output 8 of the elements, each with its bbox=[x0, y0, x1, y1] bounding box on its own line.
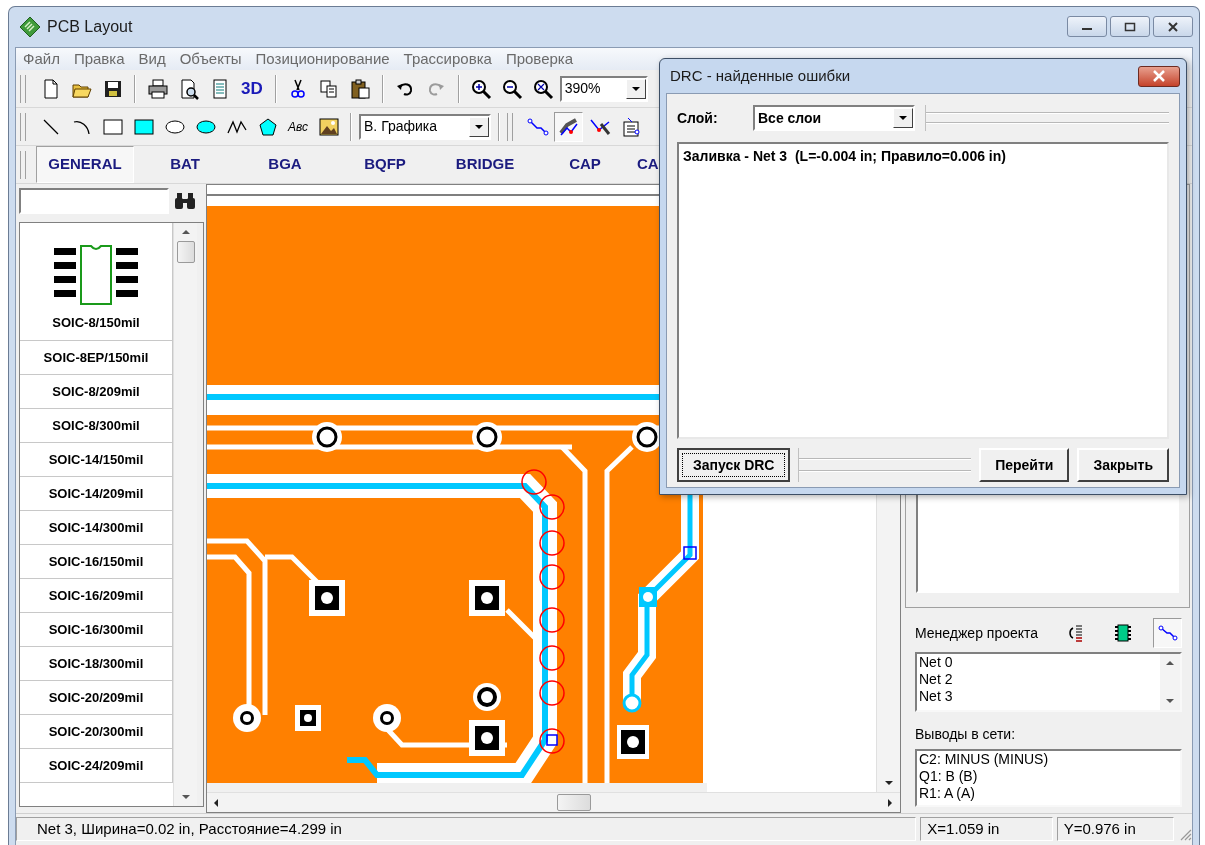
pins-label: Выводы в сети: bbox=[915, 725, 1017, 744]
status-message: Net 3, Ширина=0.02 in, Расстояние=4.299 in bbox=[16, 817, 917, 841]
layer-label: Слой: bbox=[677, 108, 719, 128]
x-coordinate: X=1.059 in bbox=[920, 817, 1053, 841]
y-coordinate: Y=0.976 in bbox=[1056, 817, 1175, 841]
window-title: PCB Layout bbox=[47, 17, 133, 37]
dialog-title: DRC - найденные ошибки bbox=[670, 65, 851, 86]
panel-title: Менеджер проекта bbox=[915, 623, 1039, 643]
